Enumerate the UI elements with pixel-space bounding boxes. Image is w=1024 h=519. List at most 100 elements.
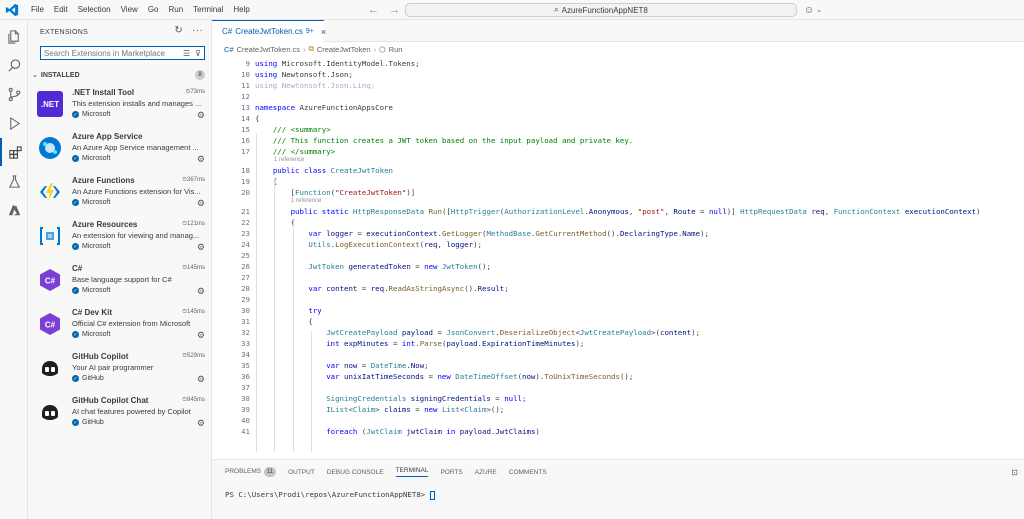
code-line[interactable]: 26 JwtToken generatedToken = new JwtToke…: [212, 261, 1024, 272]
code-line[interactable]: 36 var unixIatTimeSeconds = new DateTime…: [212, 371, 1024, 382]
code-line[interactable]: 20 [Function("CreateJwtToken")]: [212, 187, 1024, 198]
menu-help[interactable]: Help: [228, 0, 254, 20]
code-line[interactable]: 10 using Newtonsoft.Json;: [212, 69, 1024, 80]
refresh-icon[interactable]: ↻: [174, 26, 183, 36]
extension-item[interactable]: GitHub Copilot Chat ⏲845ms AI chat feature…: [28, 392, 212, 436]
gear-icon[interactable]: ⚙: [197, 154, 205, 165]
code-editor[interactable]: 9 using Microsoft.IdentityModel.Tokens; 10…: [212, 56, 1024, 458]
code-line[interactable]: 23 var logger = executionContext.GetLogg…: [212, 228, 1024, 239]
menu-bar: File Edit Selection View Go Run Terminal Help: [26, 0, 255, 20]
menu-terminal[interactable]: Terminal: [188, 0, 228, 20]
breadcrumb-method[interactable]: Run: [389, 45, 403, 54]
chevron-down-icon: ⌄: [32, 72, 38, 79]
extension-item[interactable]: .NET .NET Install Tool ⏲73ms This extension…: [28, 84, 212, 128]
menu-selection[interactable]: Selection: [73, 0, 116, 20]
tab-createjwttoken[interactable]: C# CreateJwtToken.cs 9+ ×: [212, 20, 326, 42]
line-number: 24: [241, 240, 250, 249]
menu-file[interactable]: File: [26, 0, 49, 20]
code-line[interactable]: 24 Utils.LogExecutionContext(req, logger…: [212, 239, 1024, 250]
command-center[interactable]: ⌕ AzureFunctionAppNET8: [405, 3, 797, 17]
explorer-icon[interactable]: [0, 22, 28, 50]
breadcrumb-class[interactable]: CreateJwtToken: [317, 45, 371, 54]
code-line[interactable]: 14 {: [212, 113, 1024, 124]
panel-tab-azure[interactable]: AZURE: [475, 469, 497, 476]
extensions-search-box[interactable]: ☰ ⊽: [40, 46, 205, 60]
code-line[interactable]: 21 public static HttpResponseData Run([H…: [212, 206, 1024, 217]
code-line[interactable]: 31 {: [212, 316, 1024, 327]
breadcrumb-file[interactable]: CreateJwtToken.cs: [237, 45, 300, 54]
close-icon[interactable]: ×: [321, 27, 326, 37]
code-line[interactable]: 11 using Newtonsoft.Json.Linq;: [212, 80, 1024, 91]
testing-icon[interactable]: [0, 167, 28, 195]
code-line[interactable]: 9 using Microsoft.IdentityModel.Tokens;: [212, 58, 1024, 69]
extension-item[interactable]: Azure App Service⏲An Azure App Service m…: [28, 128, 212, 172]
menu-view[interactable]: View: [116, 0, 143, 20]
extension-item[interactable]: GitHub Copilot ⏲529ms Your AI pair program…: [28, 348, 212, 392]
code-line[interactable]: 28 var content = req.ReadAsStringAsync()…: [212, 283, 1024, 294]
source-control-icon[interactable]: [0, 80, 28, 108]
code-line[interactable]: 41 foreach (JwtClaim jwtClaim in payload…: [212, 426, 1024, 437]
gear-icon[interactable]: ⚙: [197, 418, 205, 429]
code-line[interactable]: 17 /// </summary>: [212, 146, 1024, 157]
code-line[interactable]: 34: [212, 349, 1024, 360]
copilot-menu-button[interactable]: ☺ ⌄: [804, 2, 822, 18]
extension-item[interactable]: Azure Resources ⏲121ms An extension for vi…: [28, 216, 212, 260]
code-line[interactable]: 38 SigningCredentials signingCredentials…: [212, 393, 1024, 404]
code-line[interactable]: 22 {: [212, 217, 1024, 228]
codelens-references[interactable]: 1 reference: [274, 156, 304, 165]
code-line[interactable]: 39 IList<Claim> claims = new List<Claim>…: [212, 404, 1024, 415]
terminal-output[interactable]: PS C:\Users\Prodi\repos\AzureFunctionApp…: [225, 490, 435, 500]
code-line[interactable]: 40: [212, 415, 1024, 426]
code-line[interactable]: 29: [212, 294, 1024, 305]
menu-edit[interactable]: Edit: [49, 0, 73, 20]
forward-arrow-icon[interactable]: →: [389, 4, 400, 16]
code-line[interactable]: 35 var now = DateTime.Now;: [212, 360, 1024, 371]
code-line[interactable]: 25: [212, 250, 1024, 261]
code-line[interactable]: 27: [212, 272, 1024, 283]
gear-icon[interactable]: ⚙: [197, 198, 205, 209]
extensions-search-input[interactable]: [41, 48, 183, 58]
bottom-panel: PROBLEMS 11 OUTPUT DEBUG CONSOLE TERMINAL POR…: [212, 459, 1024, 519]
gear-icon[interactable]: ⚙: [197, 374, 205, 385]
azure-icon[interactable]: [0, 196, 28, 224]
code-line[interactable]: 16 /// This function creates a JWT token…: [212, 135, 1024, 146]
code-line[interactable]: 18 public class CreateJwtToken: [212, 165, 1024, 176]
extension-item[interactable]: C# C# Dev Kit ⏲145ms Official C# extension …: [28, 304, 212, 348]
new-terminal-icon[interactable]: ⊡: [1011, 468, 1018, 477]
menu-run[interactable]: Run: [163, 0, 188, 20]
code-line[interactable]: 13 namespace AzureFunctionAppsCore: [212, 102, 1024, 113]
code-line[interactable]: 30 try: [212, 305, 1024, 316]
extensions-icon[interactable]: [0, 138, 28, 166]
gear-icon[interactable]: ⚙: [197, 286, 205, 297]
panel-tab-terminal[interactable]: TERMINAL: [395, 467, 429, 477]
search-icon[interactable]: [0, 51, 28, 79]
run-debug-icon[interactable]: [0, 109, 28, 137]
line-number: 27: [241, 273, 250, 282]
extension-item[interactable]: C# C# ⏲145ms Base language support for C# ✓ M…: [28, 260, 212, 304]
menu-go[interactable]: Go: [143, 0, 164, 20]
panel-tab-problems[interactable]: PROBLEMS 11: [225, 467, 277, 477]
code-line[interactable]: 32 JwtCreatePayload payload = JsonConver…: [212, 327, 1024, 338]
code-line[interactable]: 12: [212, 91, 1024, 102]
panel-tab-debug-console[interactable]: DEBUG CONSOLE: [327, 469, 384, 476]
panel-tab-comments[interactable]: COMMENTS: [509, 469, 547, 476]
extension-name: C#: [72, 264, 83, 273]
breadcrumb: C# CreateJwtToken.cs › ⧉ CreateJwtToken …: [212, 42, 1024, 56]
code-line[interactable]: 15 /// <summary>: [212, 124, 1024, 135]
clear-filter-icon[interactable]: ☰: [183, 49, 190, 58]
more-actions-icon[interactable]: ···: [192, 26, 203, 36]
filter-icon[interactable]: ⊽: [195, 49, 201, 58]
extension-item[interactable]: Azure Functions ⏲367ms An Azure Functions …: [28, 172, 212, 216]
code-line[interactable]: 19 {: [212, 176, 1024, 187]
codelens-references[interactable]: 1 reference: [291, 197, 321, 206]
gear-icon[interactable]: ⚙: [197, 110, 205, 121]
extension-publisher: ✓ GitHub: [72, 419, 104, 426]
code-line[interactable]: 33 int expMinutes = int.Parse(payload.Ex…: [212, 338, 1024, 349]
back-arrow-icon[interactable]: ←: [368, 4, 379, 16]
panel-tab-ports[interactable]: PORTS: [440, 469, 462, 476]
panel-tab-output[interactable]: OUTPUT: [288, 469, 315, 476]
gear-icon[interactable]: ⚙: [197, 330, 205, 341]
installed-section-header[interactable]: ⌄ INSTALLED 8: [28, 68, 212, 82]
code-line[interactable]: 37: [212, 382, 1024, 393]
gear-icon[interactable]: ⚙: [197, 242, 205, 253]
